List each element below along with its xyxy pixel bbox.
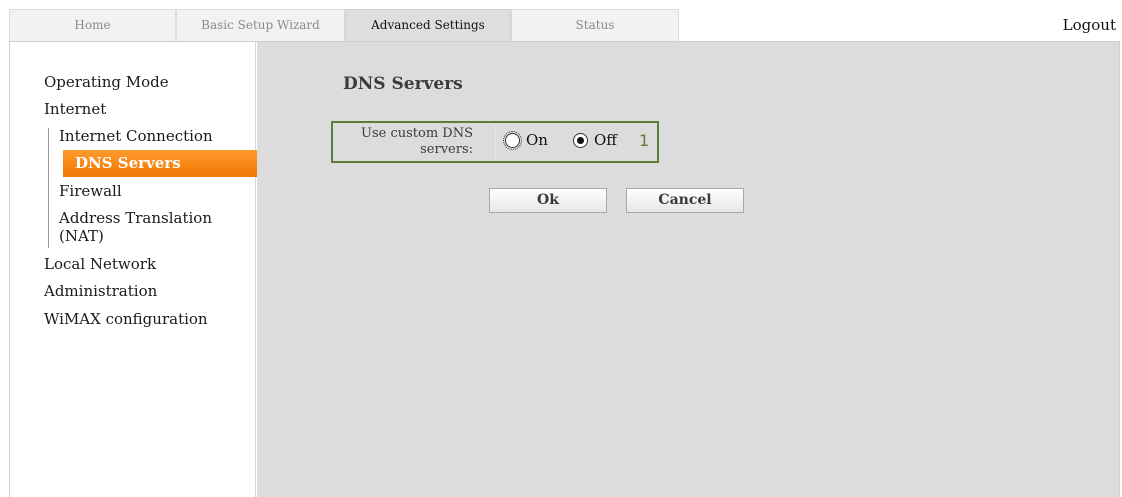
radio-on-label: On <box>526 131 548 149</box>
custom-dns-option: Use custom DNS servers: On Off 1 <box>331 121 659 163</box>
tab-home[interactable]: Home <box>9 9 176 41</box>
page-title: DNS Servers <box>343 74 463 94</box>
main-frame: Operating Mode Internet Internet Connect… <box>9 41 1120 497</box>
radio-off[interactable]: Off <box>573 131 617 149</box>
tab-basic-setup-wizard[interactable]: Basic Setup Wizard <box>176 9 345 41</box>
cancel-button[interactable]: Cancel <box>626 188 744 213</box>
sidebar-item-local-network[interactable]: Local Network <box>44 255 156 273</box>
sidebar-item-dns-servers[interactable]: DNS Servers <box>63 150 267 177</box>
label-separator <box>495 125 496 159</box>
sidebar-item-firewall[interactable]: Firewall <box>59 182 122 200</box>
tab-status[interactable]: Status <box>511 9 679 41</box>
tab-bar: Home Basic Setup Wizard Advanced Setting… <box>9 9 679 43</box>
sidebar: Operating Mode Internet Internet Connect… <box>10 42 267 497</box>
radio-on[interactable]: On <box>503 130 548 150</box>
sidebar-item-address-translation[interactable]: Address Translation (NAT) <box>59 209 239 245</box>
custom-dns-label: Use custom DNS servers: <box>361 126 473 157</box>
tab-advanced-settings[interactable]: Advanced Settings <box>345 9 511 43</box>
radio-on-circle-icon[interactable] <box>503 130 522 150</box>
sidebar-item-operating-mode[interactable]: Operating Mode <box>44 73 169 91</box>
radio-off-circle-icon[interactable] <box>573 132 588 148</box>
ok-button[interactable]: Ok <box>489 188 607 213</box>
sidebar-item-internet-connection[interactable]: Internet Connection <box>59 127 213 145</box>
submenu-divider <box>48 128 49 248</box>
sidebar-item-internet[interactable]: Internet <box>44 100 106 118</box>
annotation-number: 1 <box>639 131 650 150</box>
sidebar-item-wimax-configuration[interactable]: WiMAX configuration <box>44 310 208 328</box>
content-panel: DNS Servers Use custom DNS servers: On O… <box>257 42 1119 497</box>
radio-off-label: Off <box>594 131 617 149</box>
logout-link[interactable]: Logout <box>1063 16 1116 34</box>
sidebar-item-administration[interactable]: Administration <box>44 282 157 300</box>
